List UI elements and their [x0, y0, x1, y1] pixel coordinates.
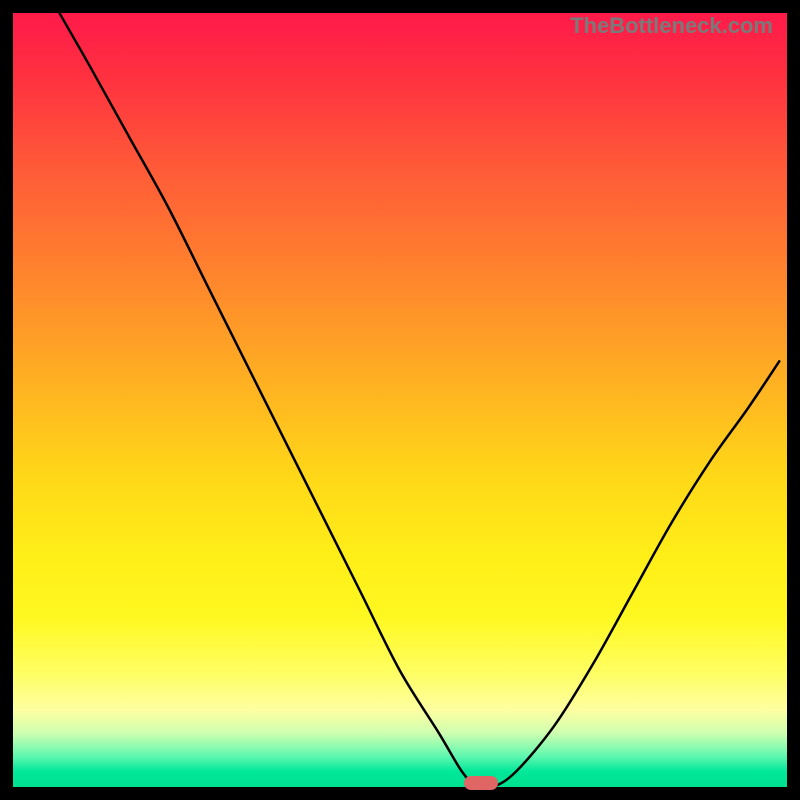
watermark-text: TheBottleneck.com [570, 13, 773, 39]
plot-area: TheBottleneck.com [13, 13, 787, 787]
chart-frame: TheBottleneck.com [0, 0, 800, 800]
bottleneck-curve-svg [13, 13, 787, 787]
bottleneck-curve [59, 13, 779, 787]
bottleneck-marker [464, 776, 498, 790]
